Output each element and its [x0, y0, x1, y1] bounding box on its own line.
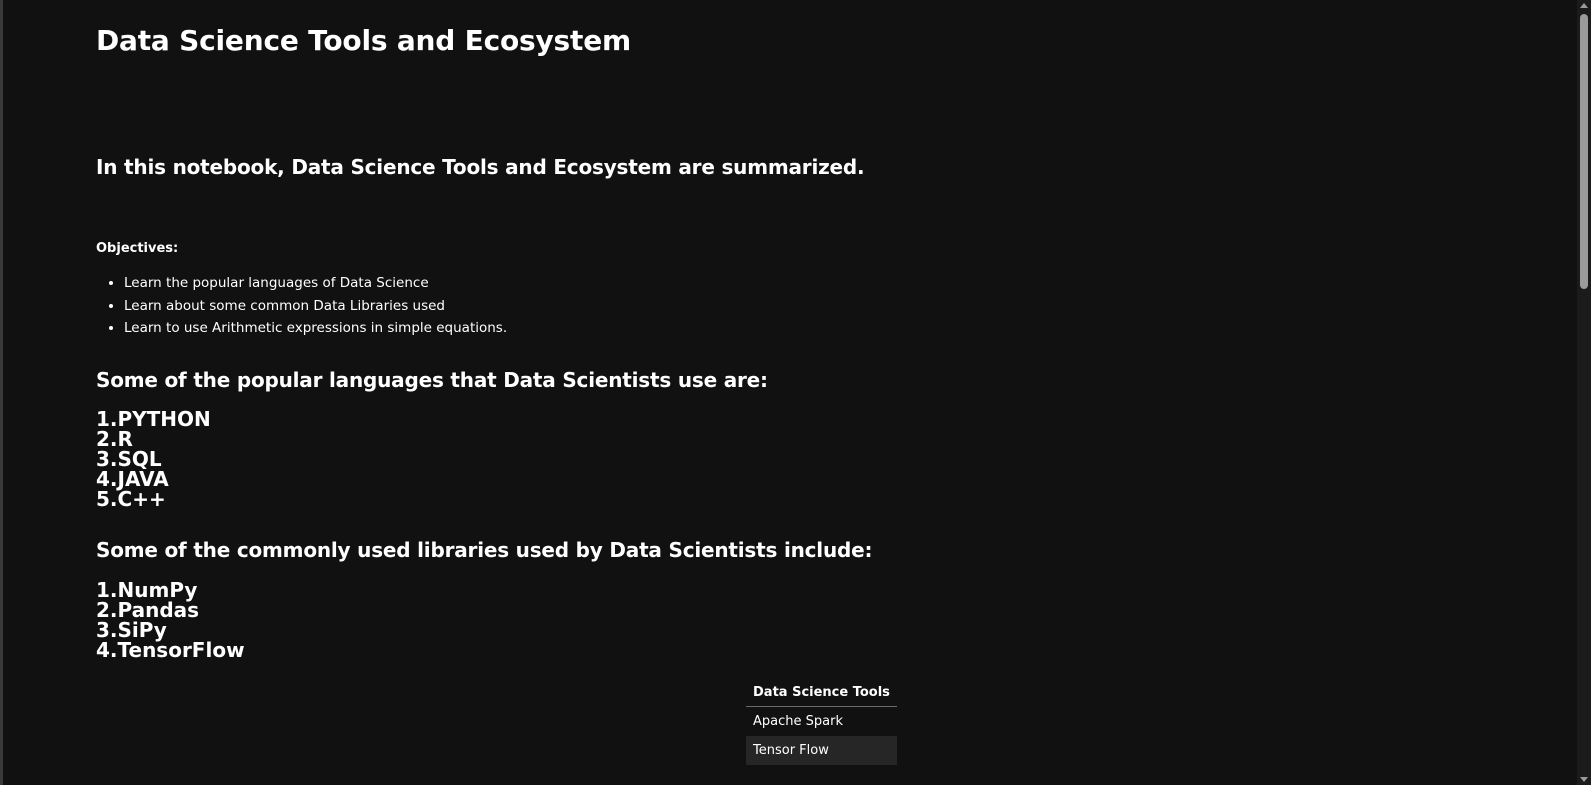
language-item: 1.PYTHON [96, 407, 211, 431]
library-item: 1.NumPy [96, 578, 198, 602]
table-header-row: Data Science Tools [746, 680, 897, 707]
library-item: 3.SiPy [96, 618, 167, 642]
notebook-title: Data Science Tools and Ecosystem [96, 24, 631, 57]
table-row: Apache Spark [746, 707, 897, 737]
language-item: 2.R [96, 427, 133, 451]
vertical-scrollbar[interactable] [1577, 0, 1591, 785]
scroll-up-icon[interactable] [1580, 3, 1588, 8]
libraries-list: 1.NumPy 2.Pandas 3.SiPy 4.TensorFlow [96, 580, 245, 660]
table-cell: Tensor Flow [746, 736, 897, 765]
scroll-down-icon[interactable] [1580, 777, 1588, 782]
library-item: 4.TensorFlow [96, 638, 245, 662]
objectives-heading: Objectives: [96, 241, 179, 256]
languages-heading: Some of the popular languages that Data … [96, 368, 768, 392]
tools-table: Data Science Tools Apache Spark Tensor F… [746, 680, 897, 765]
libraries-heading: Some of the commonly used libraries used… [96, 538, 873, 562]
languages-list: 1.PYTHON 2.R 3.SQL 4.JAVA 5.C++ [96, 409, 211, 509]
intro-heading: In this notebook, Data Science Tools and… [96, 155, 865, 179]
library-item: 2.Pandas [96, 598, 200, 622]
table-cell: Apache Spark [753, 714, 843, 729]
language-item: 4.JAVA [96, 467, 169, 491]
language-item: 5.C++ [96, 487, 166, 511]
language-item: 3.SQL [96, 447, 162, 471]
scrollbar-thumb[interactable] [1580, 14, 1588, 289]
table-header-cell: Data Science Tools [746, 680, 897, 707]
objectives-list: Learn the popular languages of Data Scie… [96, 272, 507, 340]
table-row: Tensor Flow [746, 736, 897, 765]
window-left-edge [0, 0, 3, 785]
objective-item: Learn the popular languages of Data Scie… [124, 272, 507, 295]
objective-item: Learn to use Arithmetic expressions in s… [124, 317, 507, 340]
objective-item: Learn about some common Data Libraries u… [124, 295, 507, 318]
